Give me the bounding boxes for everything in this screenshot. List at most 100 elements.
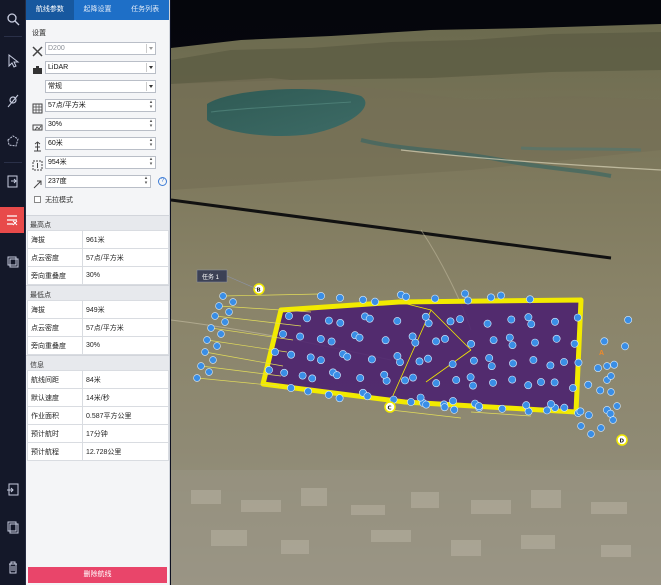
abs-altitude-input[interactable]: 954米 ▴ ▾ [45,156,156,169]
waypoint-icon[interactable] [306,353,315,362]
waypoint-icon[interactable] [316,335,325,343]
waypoint-icon[interactable] [280,368,289,377]
waypoint-icon[interactable] [327,337,336,346]
mode-select[interactable]: 常规 [45,80,156,93]
waypoint-icon[interactable] [407,398,415,406]
waypoint-icon[interactable] [574,358,583,367]
export-icon[interactable] [2,478,24,500]
waypoint-icon[interactable] [440,403,449,412]
waypoint-icon[interactable] [225,308,233,316]
waypoint-icon[interactable] [265,366,273,374]
overlap-input[interactable]: 30% ▴ ▾ [45,118,156,131]
waypoint-icon[interactable] [584,380,593,389]
waypoint-icon[interactable] [409,373,417,382]
waypoint-icon[interactable] [483,319,492,328]
waypoint-icon[interactable] [367,355,376,364]
waypoint-icon[interactable] [596,386,605,395]
waypoint-icon[interactable] [393,317,402,325]
waypoint-icon[interactable] [594,364,602,372]
search-icon[interactable] [2,8,24,30]
waypoint-icon[interactable] [408,332,417,341]
waypoint-icon[interactable] [217,330,225,338]
waypoint-icon[interactable] [356,374,365,382]
waypoint-icon[interactable] [316,356,325,364]
waypoint-icon[interactable] [287,384,295,392]
waypoint-icon[interactable] [509,359,517,368]
waypoint-icon[interactable] [603,362,611,370]
location-icon[interactable] [2,90,24,112]
drone-select[interactable]: D200 [45,42,156,55]
waypoint-icon[interactable] [613,402,621,410]
waypoint-icon[interactable] [498,404,507,413]
waypoint-icon[interactable] [415,357,424,366]
tab-route-params[interactable]: 航线参数 [26,0,74,20]
waypoint-icon[interactable] [464,296,472,305]
waypoint-icon[interactable] [303,314,311,323]
waypoint-icon[interactable] [621,342,629,351]
help-icon[interactable]: ? [158,177,167,186]
waypoint-icon[interactable] [526,295,534,304]
altitude-input[interactable]: 60米 ▴ ▾ [45,137,156,150]
waypoint-icon[interactable] [552,334,561,343]
waypoint-icon[interactable] [324,390,333,399]
waypoint-icon[interactable] [606,409,615,418]
waypoint-icon[interactable] [271,348,279,356]
tab-task-list[interactable]: 任务列表 [121,0,169,20]
waypoint-icon[interactable] [287,350,296,359]
waypoint-icon[interactable] [546,361,555,370]
terrain-mode-checkbox[interactable] [34,196,41,203]
waypoint-icon[interactable] [524,381,533,390]
waypoint-icon[interactable] [401,376,409,385]
waypoint-icon[interactable] [466,373,475,382]
waypoint-icon[interactable] [449,397,457,405]
waypoint-icon[interactable] [365,314,374,323]
waypoint-icon[interactable] [537,378,545,386]
waypoint-icon[interactable] [475,402,483,411]
waypoint-icon[interactable] [489,378,497,387]
waypoint-icon[interactable] [229,298,237,306]
polygon-icon[interactable] [2,130,24,152]
waypoint-icon[interactable] [203,336,211,344]
waypoint-icon[interactable] [607,388,615,396]
waypoint-icon[interactable] [221,318,229,326]
waypoint-icon[interactable] [197,362,205,370]
waypoint-icon[interactable] [355,333,364,342]
waypoint-icon[interactable] [529,356,538,364]
import-icon[interactable] [2,170,24,192]
waypoint-icon[interactable] [279,330,287,338]
waypoint-icon[interactable] [547,400,555,408]
waypoint-icon[interactable] [467,339,475,348]
waypoint-icon[interactable] [308,374,317,383]
waypoint-icon[interactable] [485,354,494,362]
waypoint-icon[interactable] [609,416,617,424]
waypoint-icon[interactable] [432,337,440,346]
waypoint-icon[interactable] [359,295,367,304]
waypoint-icon[interactable] [497,291,505,300]
heading-input[interactable]: 237度 ▴ ▾ [45,175,151,188]
waypoint-icon[interactable] [363,392,372,401]
waypoint-icon[interactable] [371,297,379,306]
waypoint-icon[interactable] [469,356,478,365]
waypoint-icon[interactable] [452,376,461,384]
waypoint-icon[interactable] [205,368,213,376]
waypoint-icon[interactable] [570,339,579,348]
waypoint-icon[interactable] [448,360,457,368]
waypoint-icon[interactable] [508,341,517,349]
waypoint-icon[interactable] [213,342,221,350]
waypoint-icon[interactable] [587,430,595,438]
waypoint-icon[interactable] [431,294,439,303]
waypoint-icon[interactable] [335,394,344,403]
waypoint-icon[interactable] [298,371,307,380]
waypoint-icon[interactable] [333,371,341,380]
waypoint-icon[interactable] [487,362,496,370]
waypoint-icon[interactable] [336,293,344,302]
waypoint-icon[interactable] [531,338,539,347]
waypoint-icon[interactable] [402,292,410,301]
waypoint-icon[interactable] [432,379,441,388]
waypoint-icon[interactable] [336,318,345,327]
waypoint-icon[interactable] [422,400,431,409]
waypoint-icon[interactable] [597,424,605,432]
sensor-select[interactable]: LiDAR [45,61,156,74]
waypoint-icon[interactable] [610,360,619,369]
waypoint-icon[interactable] [324,316,333,325]
